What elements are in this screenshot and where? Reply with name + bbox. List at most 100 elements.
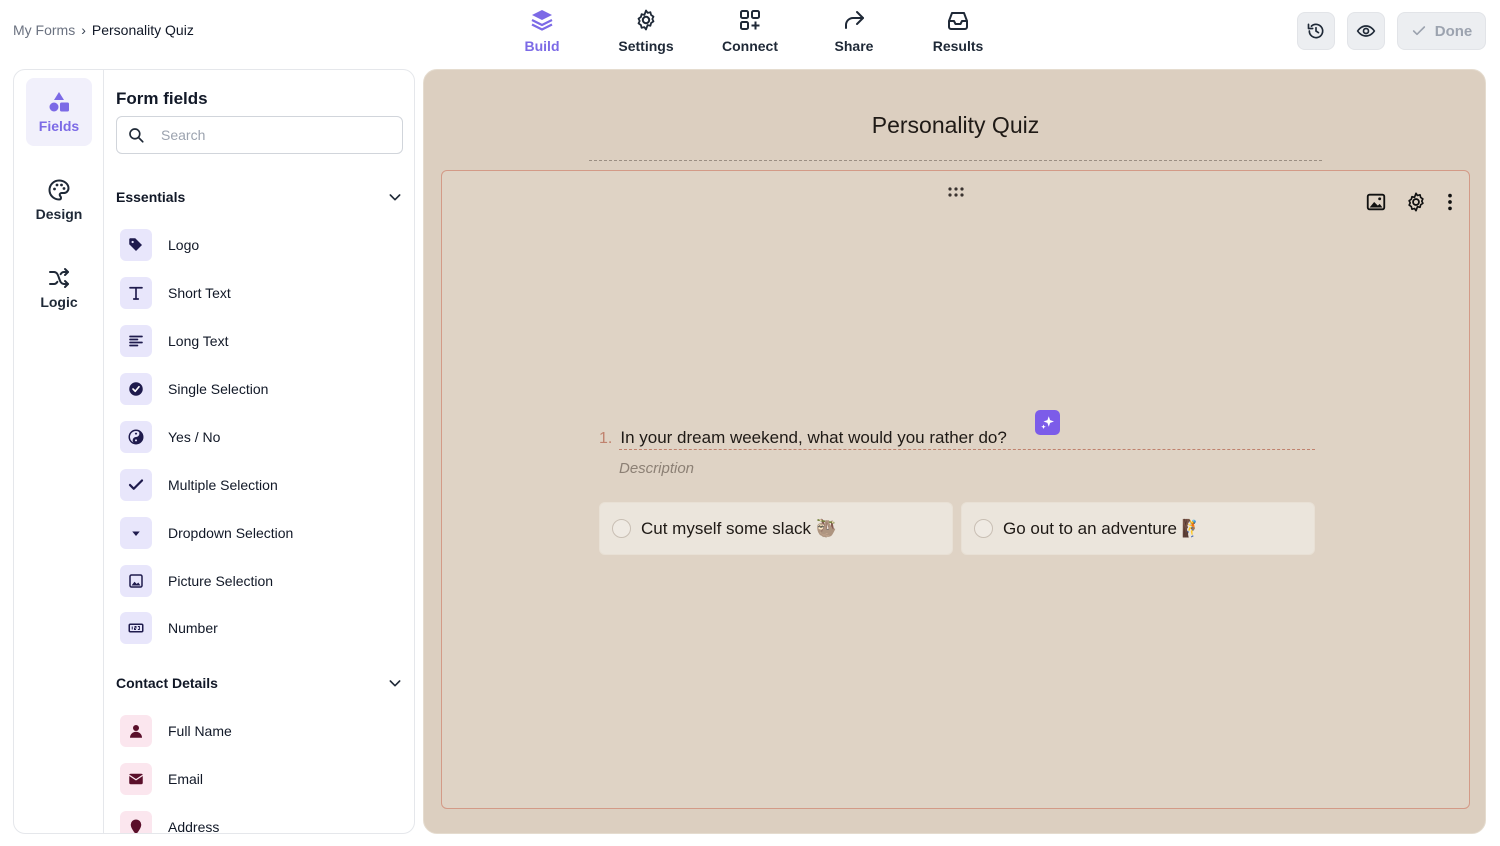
check-icon	[1412, 26, 1425, 36]
form-fields-panel: Form fields Essentials Logo Short Text L…	[116, 70, 414, 833]
number-icon	[120, 612, 152, 644]
history-icon	[1307, 23, 1324, 39]
answer-option-2[interactable]: Go out to an adventure 🧗	[961, 502, 1315, 555]
field-item-single-selection[interactable]: Single Selection	[120, 373, 268, 405]
field-item-label: Logo	[168, 237, 200, 253]
search-icon	[129, 128, 144, 143]
rail-item-design[interactable]: Design	[26, 166, 92, 234]
field-item-label: Full Name	[168, 723, 232, 739]
rail-item-fields-label: Fields	[38, 118, 80, 134]
inbox-icon	[948, 12, 968, 30]
eye-icon	[1356, 25, 1376, 37]
main-nav-tabs: Build Settings Connect Share Results	[490, 6, 1010, 58]
field-item-multiple-selection[interactable]: Multiple Selection	[120, 469, 278, 501]
field-item-label: Address	[168, 819, 220, 834]
question-row: 1. In your dream weekend, what would you…	[599, 428, 1007, 448]
share-arrow-icon	[845, 11, 864, 29]
gear-icon	[637, 9, 655, 31]
top-bar: My Forms › Personality Quiz Build Settin…	[0, 0, 1500, 62]
field-item-yes-no[interactable]: Yes / No	[120, 421, 220, 453]
question-number: 1.	[599, 430, 613, 447]
builder-side-panel: Fields Design Logic Form fields Essentia…	[13, 69, 415, 834]
field-search-input[interactable]	[161, 127, 381, 143]
field-item-label: Yes / No	[168, 429, 221, 445]
section-contact-details-title: Contact Details	[116, 675, 218, 691]
done-label: Done	[1434, 22, 1473, 40]
breadcrumb-my-forms[interactable]: My Forms	[13, 22, 75, 38]
field-search-box	[116, 116, 403, 154]
field-item-label: Single Selection	[168, 381, 269, 397]
field-item-label: Picture Selection	[168, 573, 274, 589]
section-essentials-header[interactable]: Essentials	[116, 189, 403, 205]
tab-share-label: Share	[834, 38, 874, 54]
question-card-tools	[1365, 191, 1455, 213]
rail-item-fields[interactable]: Fields	[26, 78, 92, 146]
tab-connect[interactable]: Connect	[698, 6, 802, 58]
answer-option-label: Go out to an adventure 🧗	[1003, 518, 1203, 538]
field-item-address[interactable]: Address	[120, 811, 220, 834]
preview-button[interactable]	[1347, 12, 1385, 50]
chevron-down-icon	[389, 680, 401, 687]
question-card[interactable]: 1. In your dream weekend, what would you…	[441, 170, 1470, 809]
field-item-label: Long Text	[168, 333, 229, 349]
radio-button[interactable]	[974, 519, 993, 538]
done-button[interactable]: Done	[1397, 12, 1486, 50]
checkmark-icon	[120, 469, 152, 501]
field-item-dropdown-selection[interactable]: Dropdown Selection	[120, 517, 293, 549]
field-item-picture-selection[interactable]: Picture Selection	[120, 565, 273, 597]
tag-icon	[120, 229, 152, 261]
builder-rail: Fields Design Logic	[14, 70, 104, 833]
field-item-label: Email	[168, 771, 204, 787]
form-canvas: Personality Quiz 1. In your dream weeken…	[423, 69, 1486, 834]
section-contact-details-header[interactable]: Contact Details	[116, 675, 403, 691]
gear-icon[interactable]	[1405, 191, 1427, 213]
field-item-long-text[interactable]: Long Text	[120, 325, 228, 357]
answer-option-1[interactable]: Cut myself some slack 🦥	[599, 502, 953, 555]
drag-handle-icon[interactable]	[947, 185, 965, 203]
palette-icon	[48, 179, 70, 201]
picture-icon	[120, 565, 152, 597]
field-item-short-text[interactable]: Short Text	[120, 277, 231, 309]
field-item-logo[interactable]: Logo	[120, 229, 199, 261]
breadcrumb-current-form: Personality Quiz	[91, 22, 194, 38]
check-circle-icon	[120, 373, 152, 405]
apps-plus-icon	[740, 10, 760, 30]
tab-results-label: Results	[932, 38, 984, 54]
breadcrumb-separator: ›	[81, 22, 86, 38]
history-button[interactable]	[1297, 12, 1335, 50]
rail-item-design-label: Design	[35, 206, 83, 222]
answer-option-label: Cut myself some slack 🦥	[641, 518, 837, 538]
field-item-email[interactable]: Email	[120, 763, 203, 795]
tab-build-label: Build	[524, 38, 560, 54]
question-text[interactable]: In your dream weekend, what would you ra…	[620, 428, 1007, 448]
ai-sparkle-icon[interactable]	[1035, 410, 1060, 435]
form-fields-title: Form fields	[116, 89, 208, 108]
description-field[interactable]: Description	[619, 460, 694, 477]
envelope-icon	[120, 763, 152, 795]
rail-item-logic[interactable]: Logic	[26, 254, 92, 322]
field-item-full-name[interactable]: Full Name	[120, 715, 232, 747]
shuffle-icon	[49, 268, 69, 288]
tab-results[interactable]: Results	[906, 6, 1010, 58]
chevron-down-icon	[389, 194, 401, 201]
tab-share[interactable]: Share	[802, 6, 906, 58]
form-title[interactable]: Personality Quiz	[424, 112, 1487, 139]
location-pin-icon	[120, 811, 152, 833]
shapes-icon	[49, 92, 69, 112]
tab-build[interactable]: Build	[490, 6, 594, 58]
layers-icon	[531, 10, 553, 31]
field-item-number[interactable]: Number	[120, 612, 218, 644]
radio-button[interactable]	[612, 519, 631, 538]
caret-down-icon	[120, 517, 152, 549]
question-underline	[619, 449, 1315, 450]
field-item-label: Number	[168, 620, 218, 636]
field-item-label: Dropdown Selection	[168, 525, 294, 541]
tab-settings[interactable]: Settings	[594, 6, 698, 58]
person-icon	[120, 715, 152, 747]
field-item-label: Short Text	[168, 285, 231, 301]
image-icon[interactable]	[1365, 191, 1387, 213]
title-divider	[589, 160, 1322, 161]
tab-settings-label: Settings	[618, 38, 674, 54]
yin-yang-icon	[120, 421, 152, 453]
more-vertical-icon[interactable]	[1445, 191, 1455, 213]
